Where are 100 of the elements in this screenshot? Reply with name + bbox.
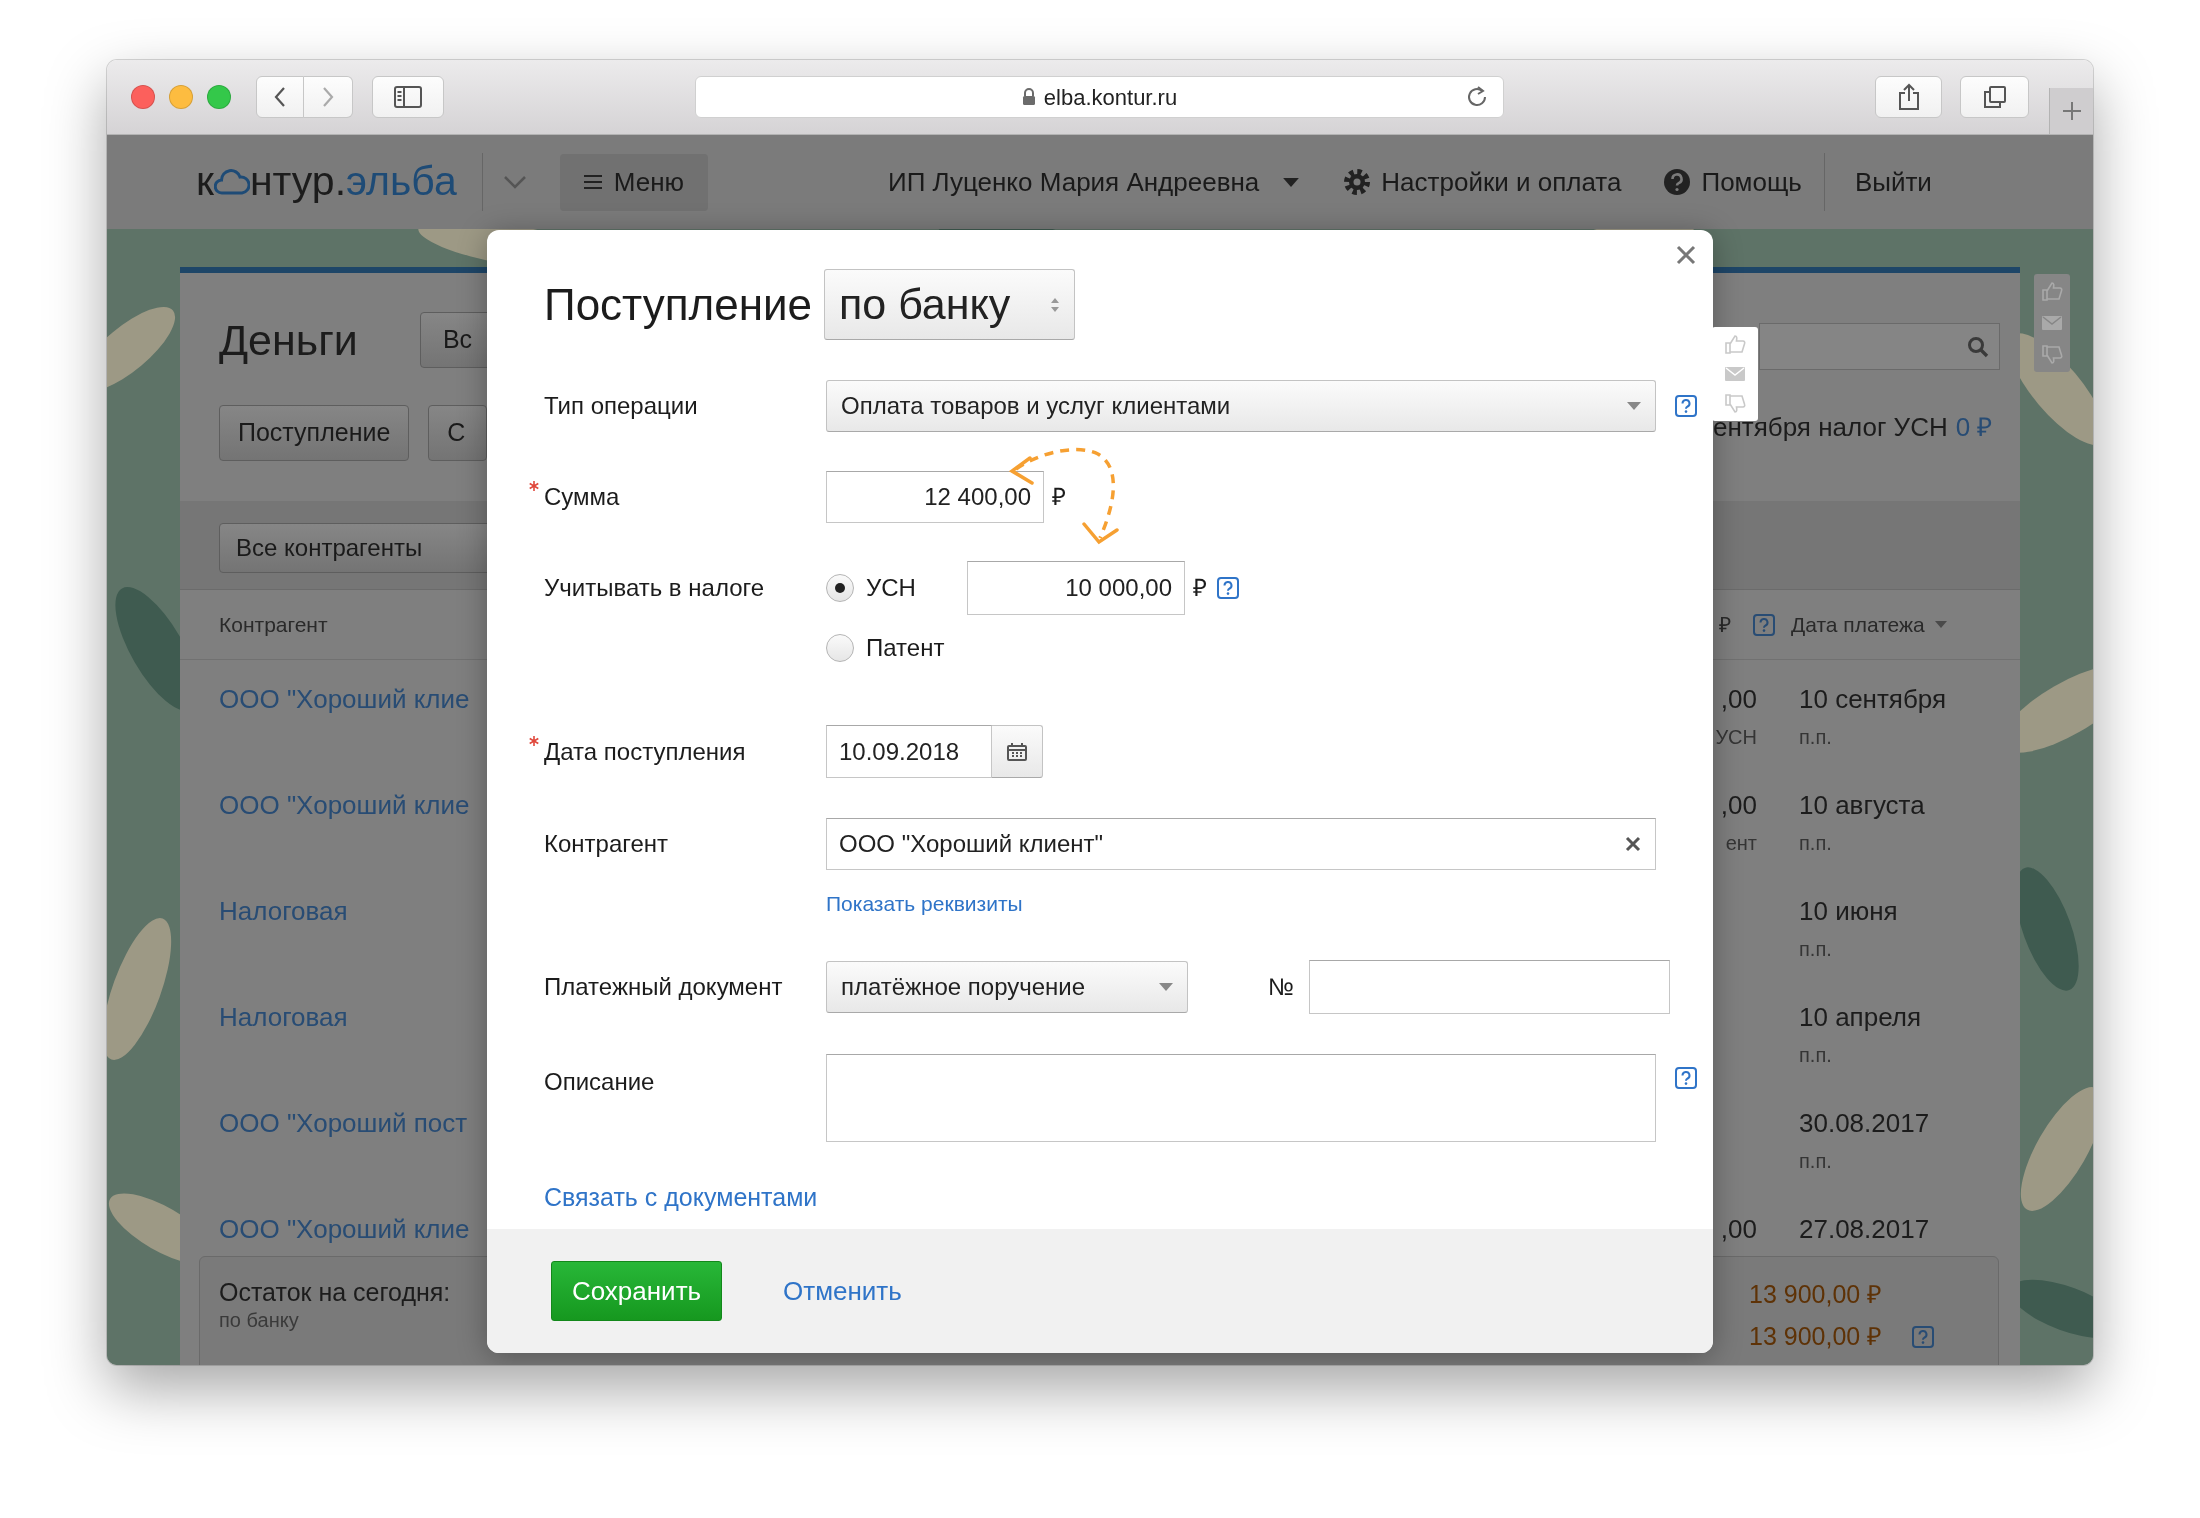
counterparty-link[interactable]: Налоговая [219,1000,487,1034]
gear-icon[interactable] [1343,168,1372,196]
lock-icon [1021,88,1036,106]
amount-field[interactable]: 12 400,00 [826,471,1044,523]
cancel-link[interactable]: Отменить [783,1271,902,1311]
operation-select[interactable]: Оплата товаров и услуг клиентами [826,380,1656,432]
document-type: п.п. [1799,1149,1833,1174]
amount-text: ,00 [1719,683,1757,716]
source-select[interactable]: по банку [824,269,1076,340]
field-label: Учитывать в налоге [544,574,765,601]
tax-amount-field[interactable]: 10 000,00 [967,561,1185,615]
search-field[interactable] [1759,323,2000,370]
document-type-select[interactable]: платёжное поручение [826,960,1188,1013]
document-type: п.п. [1799,725,1833,750]
description-field[interactable] [826,1053,1656,1142]
forward-button[interactable] [304,76,353,118]
back-button[interactable] [256,76,304,118]
counterparty-link[interactable]: ООО "Хороший клие [219,788,487,822]
column-header: Контрагент [219,611,328,638]
column-header: ₽ [1719,611,1731,638]
new-tab-button[interactable] [2049,88,2093,134]
counterparty-field[interactable]: ООО "Хороший клиент" [826,818,1656,870]
help-icon[interactable] [1912,1326,1935,1348]
balance-amount: 13 900,00 ₽ [1749,1321,1883,1353]
payment-date: 10 апреля [1799,1001,1921,1034]
caret-icon [1934,621,1947,628]
field-label: Контрагент [544,830,669,857]
required-icon [529,481,539,491]
user-name[interactable]: ИП Луценко Мария Андреевна [888,162,1260,202]
mail-icon[interactable] [2042,316,2062,330]
share-button[interactable] [1875,76,1942,118]
date-field[interactable]: 10.09.2018 [826,725,992,778]
save-button[interactable]: Сохранить [551,1261,722,1321]
help-circle-icon[interactable] [1663,168,1692,196]
radio-button[interactable] [826,634,854,662]
tax-type-text: ент [1724,831,1757,856]
calendar-button[interactable] [992,725,1043,778]
payment-date: 27.08.2017 [1799,1213,1930,1246]
menu-icon [583,174,602,190]
caret-icon [1627,402,1641,410]
counterparty-link[interactable]: ООО "Хороший клие [219,1212,487,1246]
payment-date: 10 сентября [1799,683,1947,716]
help-link[interactable]: Помощь [1701,162,1802,202]
document-type: п.п. [1799,937,1833,962]
radio-label: Патент [866,633,946,663]
settings-link[interactable]: Настройки и оплата [1381,162,1622,202]
amount-text: ,00 [1719,789,1757,822]
search-icon[interactable] [1967,335,1989,358]
thumbs-down-icon[interactable] [1724,394,1746,415]
number-field[interactable] [1309,959,1670,1014]
counterparty-link[interactable]: ООО "Хороший клие [219,682,487,716]
action-button[interactable]: Поступление [219,405,410,461]
forward-icon [321,86,335,108]
currency-sign: ₽ [1052,482,1066,512]
currency-sign: ₽ [1193,573,1207,603]
sidebar-button[interactable] [372,76,444,118]
caret-icon [1283,177,1300,187]
balance-label: Остаток на сегодня: [219,1277,451,1308]
thumbs-down-icon[interactable] [2041,344,2063,365]
radio-button[interactable] [826,574,854,602]
details-link[interactable]: Показать реквизиты [826,892,1023,915]
window-minimize-button[interactable] [169,85,193,109]
help-icon[interactable] [1675,1066,1697,1089]
chevron-down-icon[interactable] [502,175,527,189]
counterparty-link[interactable]: ООО "Хороший пост [219,1106,487,1140]
field-label: Платежный документ [544,972,783,1000]
calendar-icon [1007,742,1027,761]
logo-text: нтур.эльба [249,157,457,207]
field-label: Сумма [544,483,620,510]
tabs-button[interactable] [1960,76,2029,118]
help-icon[interactable] [1217,577,1239,599]
payment-date: 10 августа [1799,789,1925,822]
thumbs-up-icon[interactable] [1724,333,1746,354]
tax-notice: ентября налог УСН [1713,411,1948,444]
payment-date: 10 июня [1799,895,1898,928]
action-button[interactable]: С [428,405,487,461]
document-type: п.п. [1799,1043,1833,1068]
link-documents-link[interactable]: Связать с документами [544,1182,818,1211]
tax-type-text: УСН [1714,725,1757,750]
close-icon[interactable] [1675,244,1697,266]
window-zoom-button[interactable] [207,85,231,109]
cloud-logo-icon [213,169,250,195]
tax-amount-link[interactable]: 0 ₽ [1955,410,1993,444]
counterparty-link[interactable]: Налоговая [219,894,487,928]
address-bar[interactable]: elba.kontur.ru [695,76,1504,118]
balance-note: по банку [219,1309,300,1331]
tabs-icon [1982,85,2007,109]
window-close-button[interactable] [131,85,155,109]
logout-link[interactable]: Выйти [1854,162,1932,202]
clear-icon[interactable] [1625,836,1641,852]
help-icon[interactable] [1675,395,1697,417]
reload-icon[interactable] [1465,85,1489,109]
column-header[interactable]: Дата платежа [1791,608,1925,641]
thumbs-up-icon[interactable] [2041,281,2063,302]
balance-amount: 13 900,00 ₽ [1749,1279,1883,1311]
page-title: Деньги [219,314,358,366]
mail-icon[interactable] [1725,367,1745,381]
caret-icon [1159,982,1173,991]
help-icon[interactable] [1753,613,1775,636]
menu-button[interactable]: Меню [559,153,708,211]
